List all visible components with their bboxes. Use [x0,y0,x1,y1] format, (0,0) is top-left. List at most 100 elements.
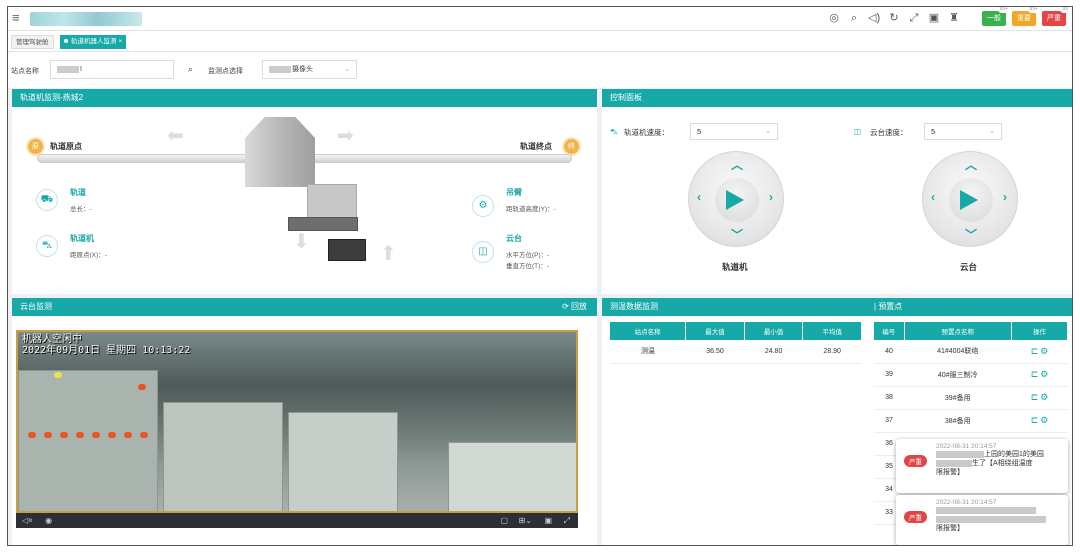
station-input[interactable]: I [50,60,174,79]
indicator-light [92,432,100,438]
chevron-up-icon[interactable]: ︿ [731,156,743,173]
alarm-badge-normal[interactable]: 一般 99+ [982,7,1010,26]
indicator-light [124,432,132,438]
search-icon[interactable]: ⌕ [848,11,860,25]
indicator-light [60,432,68,438]
control-panel: 控制面板 ⛍ 轨道机速度： 5 ⌄ ◫ 云台速度： 5 ⌄ ︿ ﹀ ‹ › 轨道机 … [602,89,1072,294]
settings-icon[interactable]: ⚙ [1040,369,1048,379]
alarm-toast[interactable]: 严重 2022-08-31 20:14:57 上园的美园1的美园 生了【A相绕组… [896,439,1068,493]
shirt-icon[interactable]: ♜ [948,11,960,25]
col-avg: 平均值 [802,322,862,340]
redacted-text [936,459,972,467]
chevron-left-icon[interactable]: ‹ [931,190,935,204]
goto-icon[interactable]: ⊏ [1031,415,1039,425]
video-overlay: 机器人空闲中 2022年09月01日 星期四 10:13:22 [22,334,190,356]
chevron-right-icon[interactable]: › [769,190,773,204]
chevron-left-icon[interactable]: ‹ [697,190,701,204]
table-row[interactable]: 38 39#备用 ⊏ ⚙ [874,386,1068,410]
settings-icon[interactable]: ⚙ [1040,392,1048,402]
mute-icon[interactable]: ◁× [22,516,33,525]
search-icon[interactable]: ⌕ [188,64,193,75]
volume-icon[interactable]: ◁) [868,11,880,25]
alarm-toast[interactable]: 严重 2022-08-31 20:14:57 限报警】 [896,495,1068,545]
machine-title: 轨道机 [70,234,94,243]
cell-name: 41#4004联络 [904,340,1012,364]
badge-count: 99+ [1027,6,1040,13]
table-row[interactable]: 40 41#4004联络 ⊏ ⚙ [874,340,1068,364]
fullscreen-icon[interactable]: ⤢ [564,513,570,528]
track-joystick[interactable]: ︿ ﹀ ‹ › [688,151,784,247]
close-icon[interactable]: × [118,38,122,45]
chevron-down-icon[interactable]: ﹀ [731,226,743,243]
settings-icon[interactable]: ⚙ [1040,346,1048,356]
alarm-badge-important[interactable]: 重要 99+ [1012,7,1040,26]
machine-icon: ⛍ [36,235,58,257]
playback-button[interactable]: ⟳ 回放 [562,298,587,316]
toast-text: 上园的美园1的美园 [984,451,1044,458]
track-speed-select[interactable]: 5 ⌄ [690,123,778,140]
toast-message-line: 生了【A相绕组温度 [936,459,1063,468]
toolbar-icons: ◎ ⌕ ◁) ↻ ⤢ ▣ ♜ [828,11,960,25]
cell-station: 测温 [610,340,686,364]
overlay-timestamp: 2022年09月01日 星期四 10:13:22 [22,345,191,356]
snapshot-icon[interactable]: ◉ [45,516,52,525]
redacted-text [269,65,291,73]
tab-robot-monitor[interactable]: 轨道机器人监测 × [60,35,127,49]
table-row[interactable]: 39 40#服三制冷 ⊏ ⚙ [874,363,1068,387]
joystick-caption: 轨道机 [722,262,748,272]
track-monitor-panel: 轨道机监测-燕城2 原 轨道原点 轨道终点 终 ⬅ ➡ ⬇ ⬆ ⛟ 轨道 总长：… [12,89,597,294]
panel-title-text: 云台监测 [20,302,52,311]
badge-count: 99 [1060,6,1070,13]
record-icon[interactable]: ◎ [828,11,840,25]
ptz-speed-label: 云台速度： [870,128,908,137]
cell-ops: ⊏ ⚙ [1011,386,1068,410]
play-icon[interactable] [726,190,744,210]
toast-time: 2022-08-31 20:14:57 [936,443,997,450]
table-row[interactable]: 测温 36.50 24.80 28.90 [610,340,862,364]
hamburger-icon[interactable]: ≡ [12,10,20,25]
record-icon[interactable]: ▢ [500,513,508,528]
ptz-joystick[interactable]: ︿ ﹀ ‹ › [922,151,1018,247]
badge-label: 严重 [1047,15,1061,22]
machine-distance: 距原点(X)：- [70,252,107,259]
panel-title: 云台监测 ⟳ 回放 [12,298,597,316]
chevron-up-icon[interactable]: ︿ [965,156,977,173]
table-row[interactable]: 37 38#备用 ⊏ ⚙ [874,409,1068,433]
theme-icon[interactable]: ▣ [928,11,940,25]
point-select[interactable]: 摄像头 ⌄ [262,60,357,79]
rail-icon: ⛟ [36,189,58,211]
ptz-monitor-panel: 云台监测 ⟳ 回放 机器人空闲中 2022年09月01日 星期四 10:13:22… [12,298,597,545]
chevron-down-icon[interactable]: ﹀ [965,226,977,243]
track-speed-label: 轨道机速度： [624,128,669,137]
play-icon[interactable] [960,190,978,210]
settings-icon[interactable]: ⚙ [1040,415,1048,425]
fullscreen-icon[interactable]: ⤢ [908,11,920,25]
panel-title-text: 预置点 [878,302,903,311]
point-label: 监测点选择 [208,68,243,75]
carriage-graphic [245,117,315,187]
cell-min: 24.80 [744,340,803,364]
ptz-speed-icon: ◫ [854,127,862,136]
refresh-icon[interactable]: ↻ [888,11,900,25]
tab-home[interactable]: 管理驾驶舱 [11,35,54,49]
layout-icon[interactable]: ⊞⌄ [519,513,532,528]
ptz-speed-select[interactable]: 5 ⌄ [924,123,1002,140]
goto-icon[interactable]: ⊏ [1031,392,1039,402]
badge-count: 99+ [997,6,1010,13]
alarm-badge-severe[interactable]: 严重 99 [1042,7,1070,26]
cell-id: 39 [874,363,904,387]
chevron-down-icon: ⌄ [765,128,771,135]
cell-avg: 28.90 [802,340,862,364]
cabinet-graphic [448,442,576,511]
col-max: 最大值 [685,322,745,340]
severity-badge: 严重 [904,455,927,467]
cell-name: 40#服三制冷 [904,363,1012,387]
chevron-right-icon[interactable]: › [1003,190,1007,204]
goto-icon[interactable]: ⊏ [1031,369,1039,379]
video-feed[interactable]: 机器人空闲中 2022年09月01日 星期四 10:13:22 [16,330,578,513]
track-speed-icon: ⛍ [610,127,618,136]
toast-message-line [936,515,1063,524]
goto-icon[interactable]: ⊏ [1031,346,1039,356]
pip-icon[interactable]: ▣ [544,513,552,528]
arrow-right-icon: ➡ [337,125,354,147]
